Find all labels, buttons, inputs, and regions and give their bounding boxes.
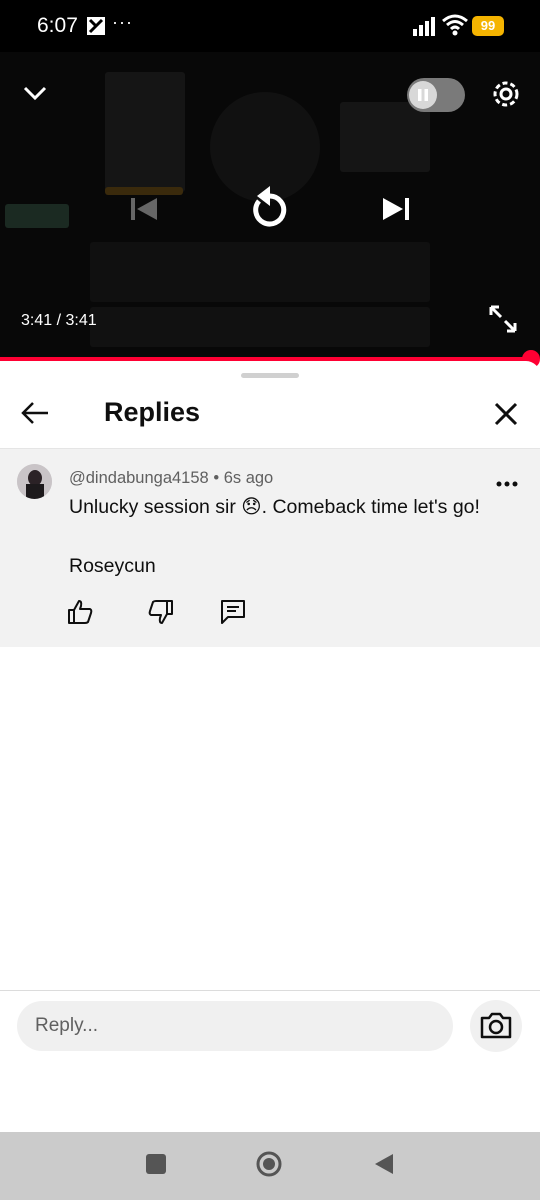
- skip-next-icon: [383, 198, 409, 220]
- back-button[interactable]: [18, 396, 52, 430]
- drag-handle[interactable]: [241, 373, 299, 378]
- replay-icon: [253, 186, 287, 227]
- sheet-title: Replies: [104, 397, 201, 427]
- comment-meta: @dindabunga4158 • 6s ago: [69, 469, 273, 488]
- back-nav-button[interactable]: [373, 1152, 395, 1176]
- status-time: 6:07: [37, 14, 78, 37]
- dislike-button[interactable]: [147, 598, 175, 626]
- more-vert-icon: [496, 481, 518, 487]
- camera-button[interactable]: [470, 1000, 522, 1052]
- comment-menu-button[interactable]: [494, 474, 520, 494]
- thumbs-up-icon: [68, 600, 93, 624]
- close-icon: [494, 402, 518, 426]
- home-button[interactable]: [256, 1151, 282, 1177]
- settings-button[interactable]: [488, 76, 524, 112]
- divider: [0, 990, 540, 991]
- comment-author[interactable]: @dindabunga4158: [69, 469, 209, 487]
- pause-icon: [409, 81, 437, 109]
- recents-button[interactable]: [146, 1154, 166, 1174]
- meta-separator: •: [213, 469, 220, 487]
- status-more-indicator: ···: [112, 12, 133, 32]
- avatar[interactable]: [17, 464, 52, 499]
- next-button[interactable]: [380, 193, 412, 225]
- replay-button[interactable]: [247, 183, 293, 233]
- chevron-down-icon: [23, 86, 47, 101]
- camera-icon: [480, 1012, 512, 1039]
- time-display: 3:41 / 3:41: [21, 312, 97, 329]
- signal-icon: [412, 16, 436, 41]
- previous-button[interactable]: [128, 193, 160, 225]
- comment-icon: [221, 600, 245, 624]
- gear-icon: [493, 81, 519, 107]
- arrow-left-icon: [21, 402, 48, 424]
- skip-previous-icon: [131, 198, 157, 220]
- collapse-button[interactable]: [20, 78, 50, 108]
- comment-text-line1: Unlucky session sir 😞. Comeback time let…: [69, 496, 480, 518]
- back-triangle-icon: [375, 1154, 393, 1174]
- battery-icon: 99: [472, 16, 504, 36]
- thumbs-down-icon: [148, 600, 173, 624]
- reply-button[interactable]: [219, 598, 247, 626]
- home-icon: [256, 1151, 282, 1177]
- fullscreen-icon: [489, 305, 517, 333]
- fullscreen-button[interactable]: [487, 303, 519, 335]
- close-button[interactable]: [490, 398, 522, 430]
- like-button[interactable]: [66, 598, 94, 626]
- comment-text-line2: Roseycun: [69, 555, 156, 577]
- comment-time: 6s ago: [223, 469, 274, 487]
- reply-input[interactable]: [17, 1001, 453, 1051]
- app-notification-icon: [86, 16, 106, 36]
- wifi-icon: [442, 14, 468, 41]
